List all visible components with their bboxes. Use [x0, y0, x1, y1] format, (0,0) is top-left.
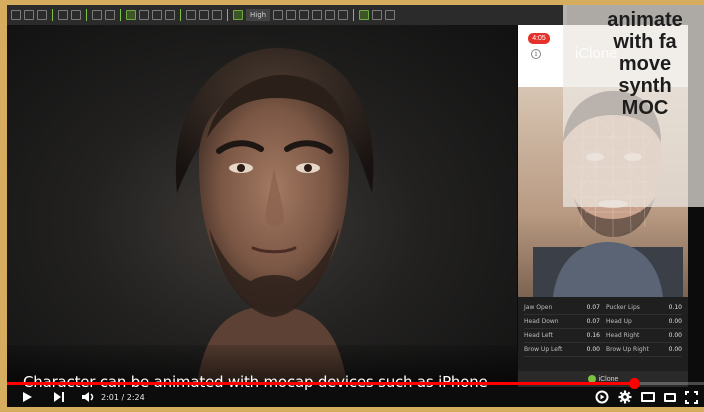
readout-item: Head Down 0.07: [524, 318, 600, 325]
overlay-line: synth: [618, 75, 672, 97]
character-render: Character can be animated with mocap dev…: [7, 25, 517, 391]
readout-label: Head Right: [606, 332, 640, 339]
quality-select: High: [246, 9, 271, 21]
theater-mode-icon[interactable]: [664, 392, 676, 402]
select-icon: [126, 10, 136, 20]
readout-row: Jaw Open 0.07 Pucker Lips 0.10: [524, 301, 682, 315]
progress-fill: [7, 382, 635, 385]
sun-icon: [273, 10, 284, 20]
volume-icon[interactable]: [81, 391, 95, 403]
readout-value: 0.10: [668, 304, 682, 311]
new-file-icon: [11, 10, 21, 20]
readout-value: 0.07: [586, 304, 600, 311]
video-progress-bar[interactable]: [7, 378, 704, 389]
right-controls: [595, 387, 698, 407]
redo-icon: [105, 10, 115, 20]
export-icon: [71, 10, 81, 20]
autoplay-toggle-icon[interactable]: [595, 390, 609, 404]
overlay-line: move: [618, 53, 672, 75]
overlay-caption-box: iClone animate with fa move synth MOC: [563, 5, 704, 207]
player-controls: 2:01 / 2:24: [7, 387, 704, 407]
readout-row: Brow Up Left 0.00 Brow Up Right 0.00: [524, 343, 682, 357]
overlay-line: animate: [607, 9, 683, 31]
readout-value: 0.00: [668, 318, 682, 325]
open-file-icon: [24, 10, 34, 20]
iclone-toolbar: High: [7, 5, 567, 25]
overlay-line: with fa: [613, 31, 677, 53]
miniplayer-icon[interactable]: [641, 392, 655, 402]
mocap-icon: [372, 10, 383, 20]
script-icon: [385, 10, 396, 20]
next-icon[interactable]: [53, 391, 65, 403]
readout-row: Head Left 0.16 Head Right 0.00: [524, 329, 682, 343]
readout-item: Head Left 0.16: [524, 332, 600, 339]
readout-value: 0.00: [668, 346, 682, 353]
readout-value: 0.07: [586, 318, 600, 325]
readout-item: Jaw Open 0.07: [524, 304, 600, 311]
readout-label: Head Down: [524, 318, 559, 325]
dropdown-icon: [338, 10, 349, 20]
toolbar-divider: [52, 9, 53, 21]
readout-label: Jaw Open: [524, 304, 553, 311]
split-view-icon: [312, 10, 323, 20]
home-icon: [286, 10, 297, 20]
anim-icon: [359, 10, 370, 20]
grid-icon: [58, 10, 68, 20]
undo-icon: [92, 10, 102, 20]
readout-value: 0.00: [586, 346, 600, 353]
viewport-icon: [233, 10, 243, 20]
fullscreen-icon[interactable]: [685, 390, 698, 404]
time-display: 2:01 / 2:24: [101, 392, 145, 402]
overlay-line: MOC: [621, 97, 669, 119]
save-icon: [37, 10, 47, 20]
readout-value: 0.16: [586, 332, 600, 339]
readout-item: Brow Up Left 0.00: [524, 346, 600, 353]
readout-value: 0.00: [668, 332, 682, 339]
blendshape-readouts: Jaw Open 0.07 Pucker Lips 0.10 Head Down 0.…: [518, 297, 688, 371]
render-icon: [212, 10, 222, 20]
readout-label: Brow Up Right: [606, 346, 649, 353]
gear-icon[interactable]: [618, 390, 632, 404]
camera-icon: [186, 10, 196, 20]
record-timer-badge: 4:05: [528, 33, 550, 44]
toolbar-divider: [120, 9, 121, 21]
play-icon[interactable]: [21, 391, 33, 403]
overlay-caption: animate with fa move synth MOC: [563, 9, 704, 119]
readout-label: Head Left: [524, 332, 553, 339]
light-icon: [199, 10, 209, 20]
rotate-icon: [152, 10, 162, 20]
toolbar-divider: [227, 9, 228, 21]
character-face-render: [175, 48, 374, 383]
readout-item: Head Right 0.00: [606, 332, 682, 339]
toolbar-divider: [353, 9, 355, 21]
move-icon: [139, 10, 149, 20]
toolbar-divider: [180, 9, 181, 21]
readout-item: Brow Up Right 0.00: [606, 346, 682, 353]
readout-label: Head Up: [606, 318, 632, 325]
info-icon: i: [531, 49, 541, 59]
scale-icon: [165, 10, 175, 20]
toolbar-divider: [86, 9, 87, 21]
readout-row: Head Down 0.07 Head Up 0.00: [524, 315, 682, 329]
readout-label: Pucker Lips: [606, 304, 640, 311]
readout-label: Brow Up Left: [524, 346, 563, 353]
tools-icon: [325, 10, 336, 20]
layout-icon: [299, 10, 310, 20]
readout-item: Pucker Lips 0.10: [606, 304, 682, 311]
readout-item: Head Up 0.00: [606, 318, 682, 325]
